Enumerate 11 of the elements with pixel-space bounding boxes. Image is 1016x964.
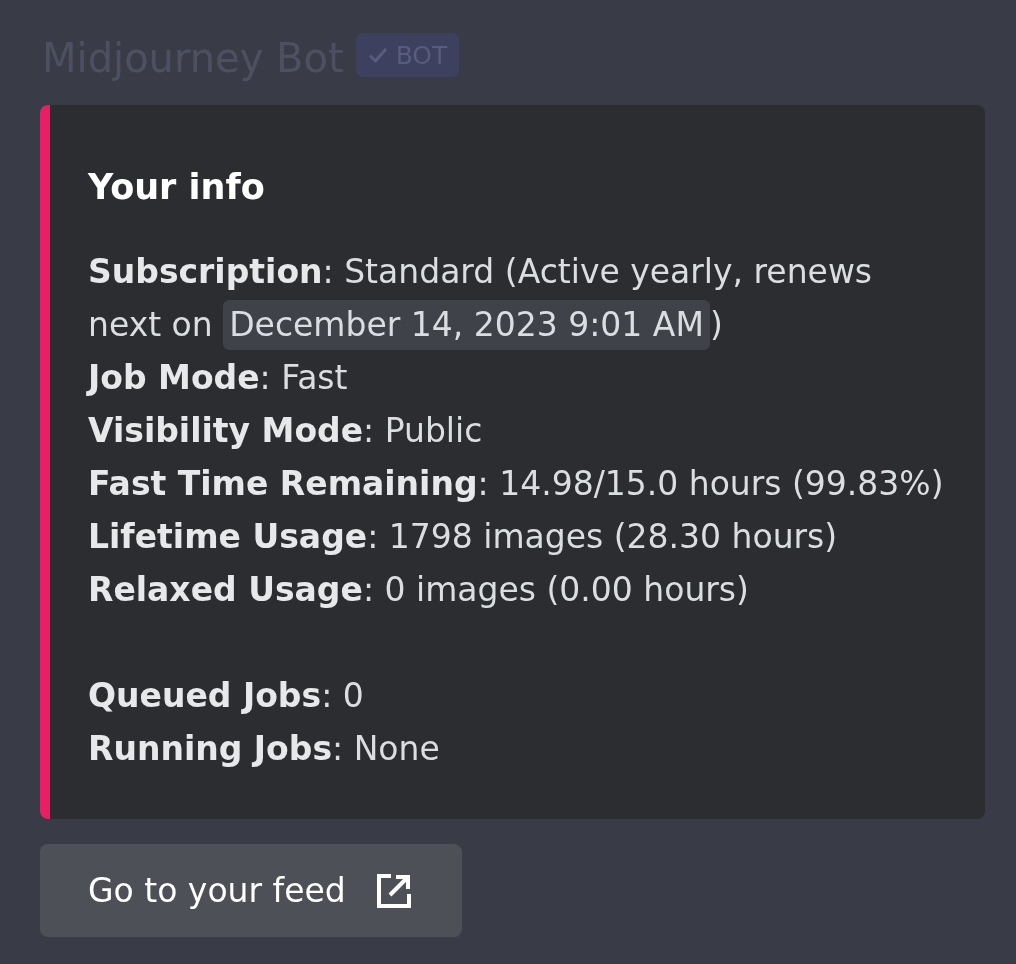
info-line: Lifetime Usage: 1798 images (28.30 hours) (88, 516, 839, 558)
timestamp: December 14, 2023 9:01 AM (223, 299, 710, 350)
info-line: Queued Jobs: 0 (88, 675, 365, 717)
info-line: Visibility Mode: Public (88, 410, 484, 452)
info-line: Fast Time Remaining: 14.98/15.0 hours (99.83%) (88, 463, 945, 505)
info-line: Relaxed Usage: 0 images (0.00 hours) (88, 569, 750, 611)
feed-link-button[interactable]: Go to your feed (40, 844, 462, 937)
info-line: Running Jobs: None (88, 728, 441, 770)
info-line: Subscription: Standard (Active yearly, renews next on December 14, 2023 9:01 AM ) (88, 245, 949, 351)
info-line: Job Mode: Fast (88, 357, 349, 399)
embed-title: Your info (88, 166, 266, 209)
